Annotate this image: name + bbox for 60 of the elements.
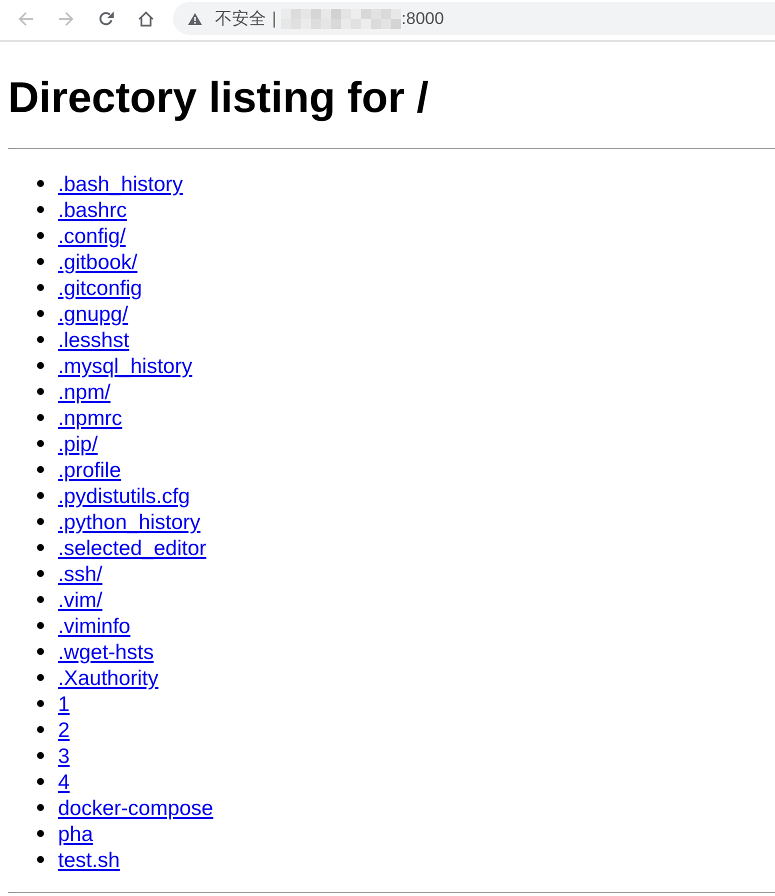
bullet-icon	[37, 752, 44, 759]
file-link[interactable]: .bashrc	[58, 198, 127, 224]
bullet-icon	[37, 570, 44, 577]
file-link[interactable]: .Xauthority	[58, 666, 158, 692]
bullet-icon	[37, 596, 44, 603]
file-link[interactable]: .profile	[58, 458, 122, 484]
file-link[interactable]: .python_history	[58, 510, 200, 536]
url-port: :8000	[401, 8, 444, 28]
bullet-icon	[37, 648, 44, 655]
file-link[interactable]: 1	[58, 692, 70, 718]
bullet-icon	[37, 466, 44, 473]
bullet-icon	[37, 414, 44, 421]
address-bar[interactable]: 不安全 | :8000	[173, 2, 775, 35]
bullet-icon	[37, 180, 44, 187]
bullet-icon	[37, 258, 44, 265]
file-link[interactable]: .npm/	[58, 380, 111, 406]
file-link[interactable]: .config/	[58, 224, 126, 250]
bullet-icon	[37, 388, 44, 395]
file-link[interactable]: test.sh	[58, 848, 120, 874]
file-link[interactable]: .gnupg/	[58, 302, 128, 328]
bullet-icon	[37, 622, 44, 629]
bullet-icon	[37, 310, 44, 317]
file-link[interactable]: .npmrc	[58, 406, 122, 432]
file-link[interactable]: 3	[58, 744, 70, 770]
bullet-icon	[37, 492, 44, 499]
bullet-icon	[37, 830, 44, 837]
separator-text: |	[272, 8, 276, 28]
file-link[interactable]: .wget-hsts	[58, 640, 154, 666]
bullet-icon	[37, 544, 44, 551]
file-link[interactable]: 2	[58, 718, 70, 744]
file-link[interactable]: .bash_history	[58, 172, 183, 198]
bullet-icon	[37, 778, 44, 785]
file-link[interactable]: .selected_editor	[58, 536, 206, 562]
bullet-icon	[37, 206, 44, 213]
bullet-icon	[37, 804, 44, 811]
bullet-icon	[37, 232, 44, 239]
file-link[interactable]: .gitbook/	[58, 250, 138, 276]
bullet-icon	[37, 284, 44, 291]
bullet-icon	[37, 700, 44, 707]
file-link[interactable]: .viminfo	[58, 614, 130, 640]
file-link[interactable]: .lesshst	[58, 328, 130, 354]
bullet-icon	[37, 674, 44, 681]
file-link[interactable]: pha	[58, 822, 94, 848]
file-link[interactable]: .gitconfig	[58, 276, 142, 302]
file-link[interactable]: docker-compose	[58, 796, 214, 822]
bullet-icon	[37, 336, 44, 343]
bullet-icon	[37, 440, 44, 447]
security-label: 不安全	[215, 8, 266, 30]
file-link[interactable]: .ssh/	[58, 562, 102, 588]
file-link[interactable]: .pydistutils.cfg	[58, 484, 190, 510]
file-link[interactable]: .mysql_history	[58, 354, 192, 380]
page-heading: Directory listing for /	[8, 73, 430, 124]
bullet-icon	[37, 726, 44, 733]
file-link[interactable]: 4	[58, 770, 70, 796]
warning-icon	[188, 12, 202, 24]
file-link[interactable]: .vim/	[58, 588, 102, 614]
bullet-icon	[37, 362, 44, 369]
bullet-icon	[37, 856, 44, 863]
bullet-icon	[37, 518, 44, 525]
file-link[interactable]: .pip/	[58, 432, 98, 458]
